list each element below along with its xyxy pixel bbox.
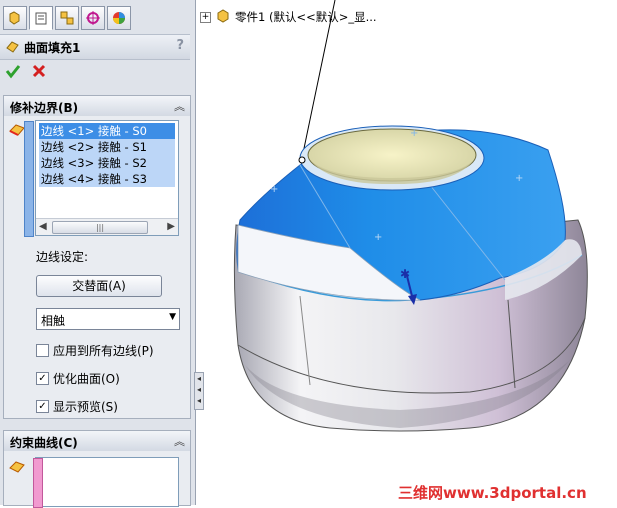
cancel-button[interactable] bbox=[30, 62, 48, 80]
list-item[interactable]: 边线 <1> 接触 - S0 bbox=[39, 123, 175, 139]
selection-strip bbox=[33, 458, 43, 508]
tab-dimxpert-manager[interactable] bbox=[81, 6, 105, 30]
edge-settings-label: 边线设定: bbox=[36, 250, 89, 264]
plus-marker: + bbox=[374, 232, 382, 243]
dimxpert-manager-icon bbox=[86, 11, 100, 25]
help-button[interactable]: ? bbox=[176, 38, 184, 53]
scroll-thumb[interactable]: ||| bbox=[52, 221, 148, 234]
close-icon bbox=[32, 64, 46, 78]
feature-title-bar: 曲面填充1 ? bbox=[0, 34, 190, 60]
site-watermark: 三维网www.3dportal.cn bbox=[398, 484, 587, 502]
scroll-left-icon[interactable]: ◀ bbox=[39, 221, 47, 232]
preview-checkbox[interactable]: ✓ 显示预览(S) bbox=[36, 398, 118, 415]
display-manager-icon bbox=[113, 12, 125, 24]
graphics-area[interactable]: + + + + ✱ bbox=[200, 0, 617, 505]
constraint-curves-header[interactable]: 约束曲线(C) ︽ bbox=[3, 430, 191, 452]
optimize-checkbox[interactable]: ✓ 优化曲面(O) bbox=[36, 370, 120, 387]
optimize-label: 优化曲面(O) bbox=[53, 372, 120, 386]
plus-marker: + bbox=[515, 173, 523, 184]
checkbox-box[interactable]: ✓ bbox=[36, 372, 49, 385]
list-item[interactable]: 边线 <4> 接触 - S3 bbox=[39, 171, 175, 187]
curve-selection-icon bbox=[8, 460, 26, 477]
selection-strip bbox=[24, 121, 34, 237]
edge-list[interactable]: 边线 <1> 接触 - S0 边线 <2> 接触 - S1 边线 <3> 接触 … bbox=[24, 120, 179, 237]
feature-title: 曲面填充1 bbox=[24, 41, 81, 55]
property-manager-icon bbox=[35, 12, 47, 25]
expand-plus-icon[interactable]: + bbox=[200, 11, 211, 23]
tab-feature-manager[interactable] bbox=[3, 6, 27, 30]
property-manager-panel: 曲面填充1 ? 修补边界(B) ︽ 边线 <1> 接触 - S0 边线 <2> … bbox=[0, 0, 196, 508]
vertex-marker[interactable] bbox=[298, 156, 306, 164]
condition-value: 相触 bbox=[41, 314, 66, 328]
condition-select[interactable]: 相触 ▼ bbox=[36, 308, 180, 330]
list-item[interactable]: 边线 <3> 接触 - S2 bbox=[39, 155, 175, 171]
apply-all-label: 应用到所有边线(P) bbox=[53, 344, 154, 358]
list-item[interactable]: 边线 <2> 接触 - S1 bbox=[39, 139, 175, 155]
svg-text:✱: ✱ bbox=[400, 267, 410, 281]
constraint-curves-title: 约束曲线(C) bbox=[10, 436, 78, 450]
checkbox-box[interactable] bbox=[36, 344, 49, 357]
collapse-chevron-icon[interactable]: ︽ bbox=[174, 433, 185, 449]
plus-marker: + bbox=[410, 128, 418, 139]
feature-tree-root[interactable]: + 零件1 (默认<<默认>_显... bbox=[200, 8, 377, 26]
checkmark-icon bbox=[5, 65, 21, 79]
apply-all-checkbox[interactable]: 应用到所有边线(P) bbox=[36, 342, 154, 359]
feature-manager-icon bbox=[9, 11, 20, 25]
part-label[interactable]: 零件1 (默认<<默认>_显... bbox=[235, 9, 377, 25]
constraint-curve-list[interactable] bbox=[33, 457, 179, 508]
manager-tabs bbox=[3, 6, 131, 32]
alternate-face-button[interactable]: 交替面(A) bbox=[36, 275, 162, 297]
part-icon bbox=[215, 8, 231, 26]
ok-button[interactable] bbox=[4, 62, 22, 80]
checkbox-box[interactable]: ✓ bbox=[36, 400, 49, 413]
chevron-down-icon[interactable]: ▼ bbox=[169, 312, 176, 322]
plus-marker: + bbox=[270, 184, 278, 195]
tab-configuration-manager[interactable] bbox=[55, 6, 79, 30]
patch-boundary-header[interactable]: 修补边界(B) ︽ bbox=[3, 95, 191, 117]
configuration-manager-icon bbox=[60, 11, 74, 25]
fill-surface-icon bbox=[5, 39, 20, 57]
tab-display-manager[interactable] bbox=[107, 6, 131, 30]
ok-cancel-bar bbox=[4, 62, 48, 80]
horizontal-scrollbar[interactable]: ◀ ||| ▶ bbox=[36, 218, 178, 235]
scroll-right-icon[interactable]: ▶ bbox=[167, 221, 175, 232]
patch-boundary-title: 修补边界(B) bbox=[10, 101, 79, 115]
collapse-chevron-icon[interactable]: ︽ bbox=[174, 98, 185, 114]
tab-property-manager[interactable] bbox=[29, 6, 53, 30]
preview-label: 显示预览(S) bbox=[53, 400, 118, 414]
edge-items: 边线 <1> 接触 - S0 边线 <2> 接触 - S1 边线 <3> 接触 … bbox=[39, 123, 175, 187]
